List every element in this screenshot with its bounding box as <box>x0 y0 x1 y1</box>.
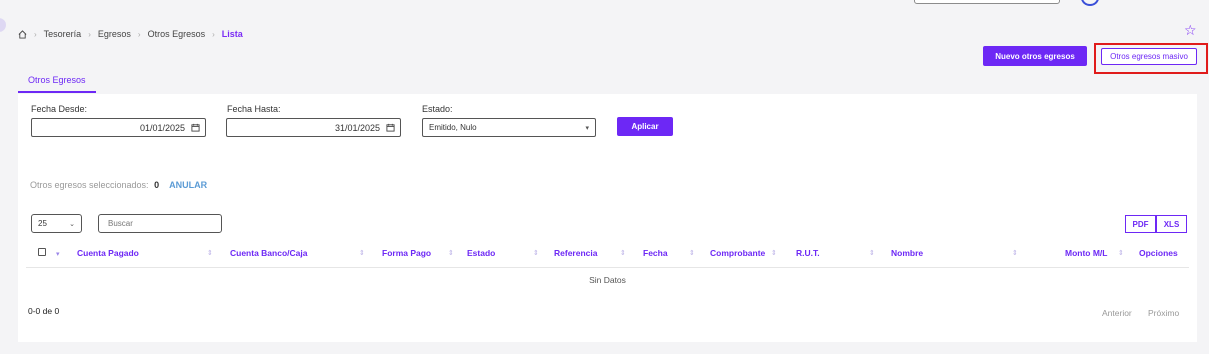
column-fecha[interactable]: Fecha <box>643 248 668 258</box>
table-empty-message: Sin Datos <box>589 275 626 285</box>
date-to-input[interactable]: 31/01/2025 <box>226 118 401 137</box>
sort-icon[interactable]: ⇕ <box>359 249 365 257</box>
xls-export-button[interactable]: XLS <box>1156 215 1187 233</box>
apply-button[interactable]: Aplicar <box>617 117 673 136</box>
page-size-select[interactable]: 25 ⌄ <box>31 214 82 233</box>
search-placeholder: Buscar <box>108 219 133 228</box>
column-monto-ml[interactable]: Monto M/L <box>1065 248 1107 258</box>
sort-icon[interactable]: ⇕ <box>771 249 777 257</box>
date-from-input[interactable]: 01/01/2025 <box>31 118 206 137</box>
column-opciones: Opciones <box>1139 248 1178 258</box>
pdf-export-button[interactable]: PDF <box>1125 215 1156 233</box>
chevron-right-icon: › <box>34 29 37 39</box>
global-search-input[interactable] <box>914 0 1060 4</box>
breadcrumb-item-tesoreria[interactable]: Tesorería <box>44 29 82 39</box>
breadcrumb-item-otros-egresos[interactable]: Otros Egresos <box>148 29 206 39</box>
column-nombre[interactable]: Nombre <box>891 248 923 258</box>
column-estado[interactable]: Estado <box>467 248 495 258</box>
breadcrumb-item-egresos[interactable]: Egresos <box>98 29 131 39</box>
column-cuenta-pagado[interactable]: Cuenta Pagado <box>77 248 139 258</box>
chevron-right-icon: › <box>137 29 141 39</box>
table-header: ▾ Cuenta Pagado ⇕ Cuenta Banco/Caja ⇕ Fo… <box>18 244 1197 264</box>
sort-icon[interactable]: ⇕ <box>689 249 695 257</box>
page-size-value: 25 <box>38 219 47 228</box>
previous-page-button[interactable]: Anterior <box>1102 308 1132 318</box>
selection-count: 0 <box>154 180 160 190</box>
next-page-button[interactable]: Próximo <box>1148 308 1179 318</box>
column-referencia[interactable]: Referencia <box>554 248 597 258</box>
new-otros-egresos-button[interactable]: Nuevo otros egresos <box>983 46 1087 66</box>
status-select-value: Emitido, Nulo <box>429 123 477 132</box>
sort-icon[interactable]: ⇕ <box>1012 249 1018 257</box>
selection-label: Otros egresos seleccionados: <box>30 180 149 190</box>
tab-otros-egresos[interactable]: Otros Egresos <box>18 71 96 93</box>
column-comprobante[interactable]: Comprobante <box>710 248 765 258</box>
chevron-right-icon: › <box>212 29 215 39</box>
tab-bar: Otros Egresos <box>18 70 96 93</box>
selection-info: Otros egresos seleccionados: 0 ANULAR <box>30 180 207 190</box>
sort-icon[interactable]: ⇕ <box>533 249 539 257</box>
column-cuenta-banco-caja[interactable]: Cuenta Banco/Caja <box>230 248 307 258</box>
calendar-icon[interactable] <box>386 123 395 132</box>
pagination-range: 0-0 de 0 <box>28 306 60 316</box>
highlight-annotation <box>1094 43 1208 74</box>
chevron-right-icon: › <box>88 29 91 39</box>
sort-icon[interactable]: ⇕ <box>869 249 875 257</box>
anular-button[interactable]: ANULAR <box>169 180 207 190</box>
sort-icon[interactable]: ⇕ <box>1118 249 1124 257</box>
loading-spinner-icon <box>1081 0 1099 6</box>
breadcrumb-current: Lista <box>221 29 243 39</box>
status-label: Estado: <box>422 104 453 114</box>
sort-icon[interactable]: ⇕ <box>620 249 626 257</box>
table-search-input[interactable]: Buscar <box>98 214 222 233</box>
breadcrumb: › Tesorería › Egresos › Otros Egresos › … <box>18 29 243 39</box>
home-icon[interactable] <box>18 29 27 39</box>
sort-icon[interactable]: ⇕ <box>448 249 454 257</box>
select-all-checkbox[interactable] <box>38 248 46 256</box>
chevron-down-icon: ▾ <box>585 124 589 132</box>
date-from-label: Fecha Desde: <box>31 104 88 114</box>
chevron-down-icon: ⌄ <box>69 220 75 228</box>
date-to-label: Fecha Hasta: <box>227 104 281 114</box>
column-rut[interactable]: R.U.T. <box>796 248 820 258</box>
sidebar-edge <box>0 18 6 32</box>
chevron-down-icon[interactable]: ▾ <box>56 250 60 258</box>
status-select[interactable]: Emitido, Nulo ▾ <box>422 118 596 137</box>
table-divider <box>26 267 1189 268</box>
date-from-value: 01/01/2025 <box>139 122 185 133</box>
main-panel: Fecha Desde: 01/01/2025 Fecha Hasta: 31/… <box>18 94 1197 342</box>
date-to-value: 31/01/2025 <box>334 122 380 133</box>
sort-icon[interactable]: ⇕ <box>207 249 213 257</box>
calendar-icon[interactable] <box>191 123 200 132</box>
star-icon[interactable]: ☆ <box>1184 23 1197 37</box>
column-forma-pago[interactable]: Forma Pago <box>382 248 431 258</box>
